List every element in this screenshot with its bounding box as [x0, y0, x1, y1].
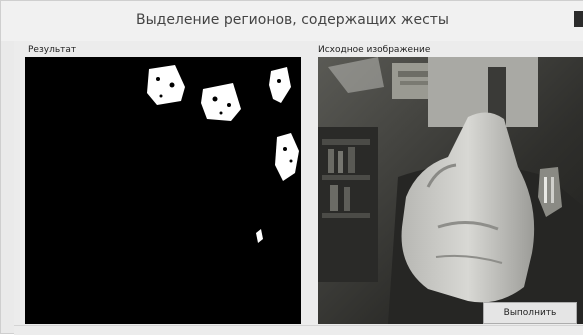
result-image — [25, 57, 301, 324]
close-button[interactable] — [574, 11, 583, 27]
source-image — [318, 57, 583, 324]
bottom-divider — [14, 325, 583, 326]
app-window: Выделение регионов, содержащих жесты Рез… — [0, 0, 583, 335]
run-button[interactable]: Выполнить — [483, 302, 577, 324]
title-bar[interactable]: Выделение регионов, содержащих жесты — [1, 1, 583, 41]
window-title: Выделение регионов, содержащих жесты — [135, 12, 449, 28]
source-image-label: Исходное изображение — [318, 45, 431, 55]
result-mask-graphic — [147, 65, 299, 243]
source-photo-graphic — [318, 57, 583, 324]
result-label: Результат — [28, 45, 77, 55]
